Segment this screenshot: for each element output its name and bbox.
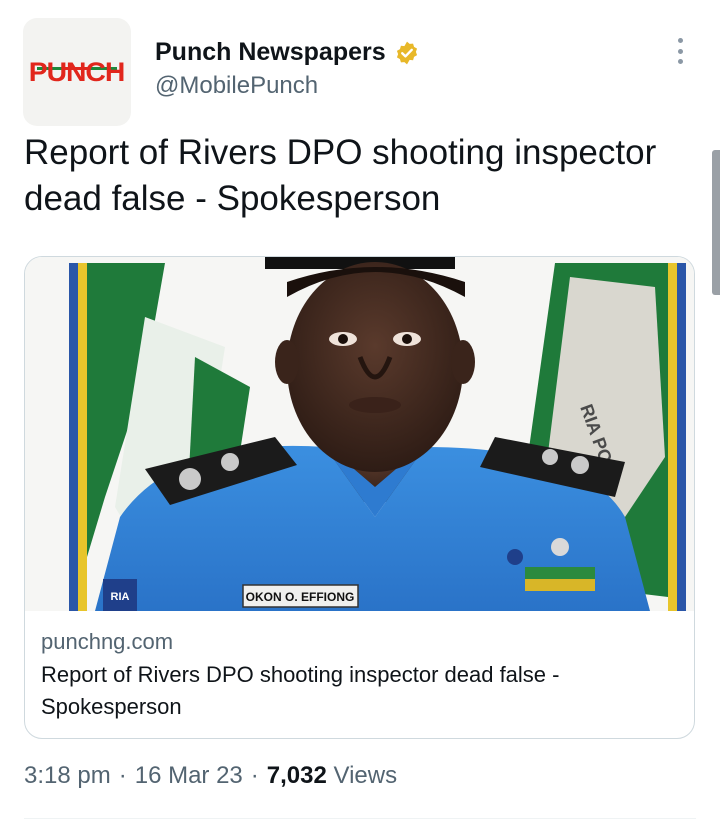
avatar[interactable]: PUNCH xyxy=(23,18,131,126)
divider xyxy=(24,818,696,819)
meta-separator: · xyxy=(250,762,259,789)
tweet-text: Report of Rivers DPO shooting inspector … xyxy=(24,133,657,218)
tweet-meta: 3:18 pm · 16 Mar 23 · 7,032 Views xyxy=(24,762,397,790)
punch-logo: PUNCH xyxy=(29,56,126,87)
svg-text:RIA: RIA xyxy=(111,591,130,603)
link-card[interactable]: RIA PO OKON O. EFFIONG RIA punchng.com R… xyxy=(24,256,695,739)
views-label: Views xyxy=(333,762,398,789)
nameplate-text: OKON O. EFFIONG xyxy=(246,590,355,604)
card-image[interactable]: RIA PO OKON O. EFFIONG RIA xyxy=(25,257,695,611)
tweet-time[interactable]: 3:18 pm xyxy=(24,762,111,790)
card-title: Report of Rivers DPO shooting inspector … xyxy=(41,662,560,719)
display-name[interactable]: Punch Newspapers xyxy=(155,38,386,67)
tweet-date[interactable]: 16 Mar 23 xyxy=(135,762,243,790)
meta-separator: · xyxy=(118,762,127,789)
handle[interactable]: @MobilePunch xyxy=(155,72,318,100)
scrollbar[interactable] xyxy=(712,150,720,295)
more-vertical-icon[interactable] xyxy=(668,34,692,68)
author-name-row: Punch Newspapers xyxy=(155,38,420,67)
card-meta: punchng.com Report of Rivers DPO shootin… xyxy=(41,627,681,723)
verified-badge-icon xyxy=(396,41,417,64)
views-count[interactable]: 7,032 xyxy=(267,762,327,789)
card-domain: punchng.com xyxy=(41,629,174,654)
